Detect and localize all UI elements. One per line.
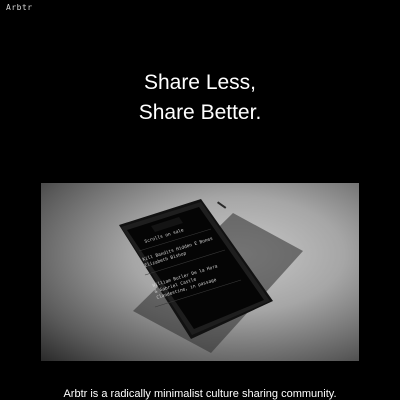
hero-line-1: Share Less,	[143, 71, 257, 94]
hero-phone-photo: Scrolls on sale Kill Bandits Hidden E Bo…	[41, 183, 359, 361]
tagline-text: Arbtr is a radically minimalist culture …	[63, 388, 337, 400]
landing-page: Arbtr Share Less, Share Better. Scrolls …	[0, 0, 400, 400]
phone-illustration: Scrolls on sale Kill Bandits Hidden E Bo…	[119, 199, 303, 353]
brand-logo-link[interactable]: Arbtr	[6, 3, 33, 12]
hero-line-2: Share Better.	[138, 101, 262, 124]
phone-side-button	[217, 201, 227, 209]
hero-headline: Share Less, Share Better.	[0, 68, 400, 128]
